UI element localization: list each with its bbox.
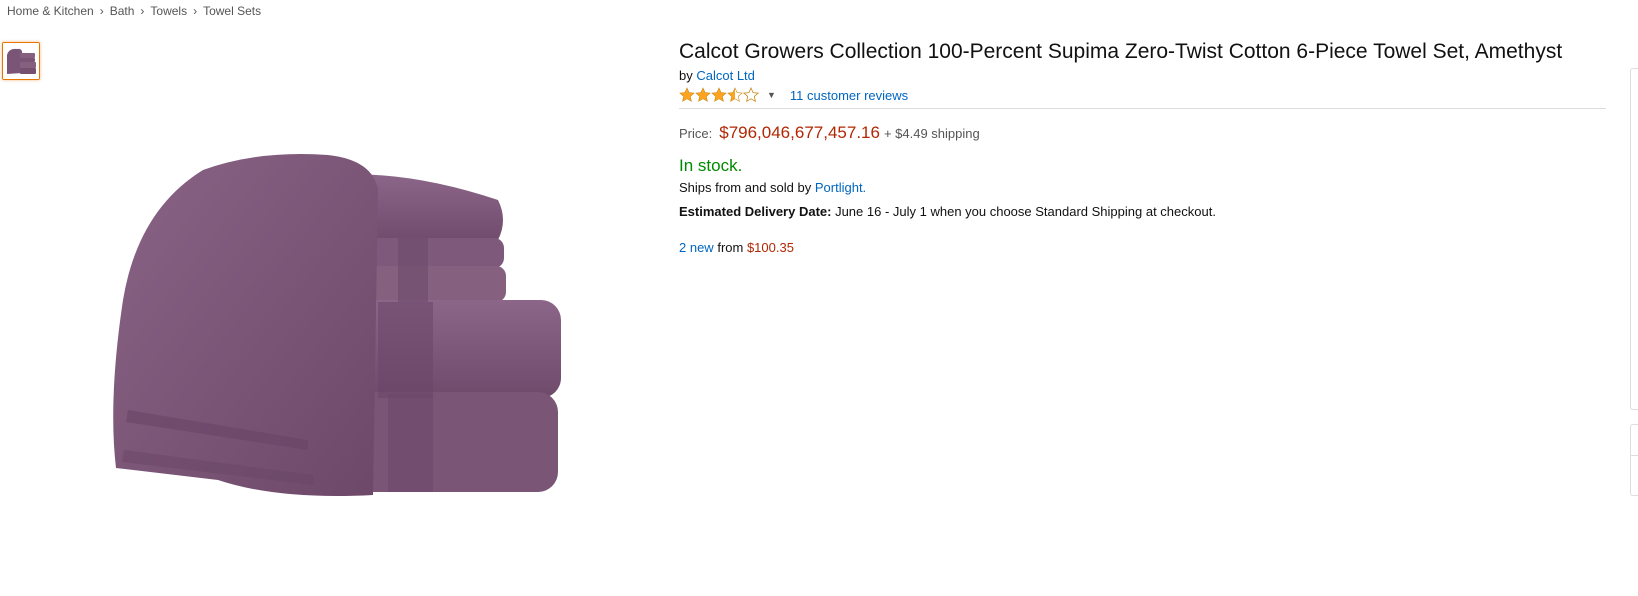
caret-down-icon[interactable]: ▼ xyxy=(767,90,776,100)
breadcrumb-bath[interactable]: Bath xyxy=(110,4,135,18)
star-full-icon xyxy=(679,87,695,102)
towel-set-image xyxy=(113,154,561,496)
breadcrumb: Home & Kitchen › Bath › Towels › Towel Sets xyxy=(7,4,261,18)
offers-from-label: from xyxy=(717,240,744,255)
rating-row: ▼ 11 customer reviews xyxy=(679,85,1609,105)
breadcrumb-home-kitchen[interactable]: Home & Kitchen xyxy=(7,4,94,18)
new-offers-link[interactable]: 2 new xyxy=(679,240,714,255)
star-half-icon xyxy=(727,87,743,102)
product-info: Calcot Growers Collection 100-Percent Su… xyxy=(679,38,1609,257)
byline: by Calcot Ltd xyxy=(679,67,1609,85)
divider xyxy=(679,108,1606,109)
side-panel-divider xyxy=(1630,455,1638,456)
delivery-label: Estimated Delivery Date: xyxy=(679,204,832,219)
delivery-text: June 16 - July 1 when you choose Standar… xyxy=(835,204,1216,219)
by-label: by xyxy=(679,68,693,83)
star-full-icon xyxy=(695,87,711,102)
other-offers: 2 new from $100.35 xyxy=(679,239,1609,257)
brand-link[interactable]: Calcot Ltd xyxy=(696,68,755,83)
customer-reviews-link[interactable]: 11 customer reviews xyxy=(790,88,908,103)
breadcrumb-towels[interactable]: Towels xyxy=(150,4,187,18)
product-thumbnail[interactable] xyxy=(2,42,40,80)
side-panel-edge xyxy=(1630,68,1638,410)
star-full-icon xyxy=(711,87,727,102)
shipping-cost: + $4.49 shipping xyxy=(883,126,980,141)
breadcrumb-separator: › xyxy=(99,4,104,18)
seller-link[interactable]: Portlight. xyxy=(815,180,866,195)
breadcrumb-separator: › xyxy=(140,4,145,18)
star-rating[interactable] xyxy=(679,87,759,103)
estimated-delivery: Estimated Delivery Date: June 16 - July … xyxy=(679,203,1609,221)
breadcrumb-towel-sets[interactable]: Towel Sets xyxy=(203,4,261,18)
towel-thumbnail-image xyxy=(3,43,39,79)
product-image[interactable] xyxy=(108,150,568,510)
side-panel-edge xyxy=(1630,424,1638,496)
breadcrumb-separator: › xyxy=(193,4,198,18)
ships-from-label: Ships from and sold by xyxy=(679,180,812,195)
ships-from: Ships from and sold by Portlight. xyxy=(679,179,1609,197)
star-empty-icon xyxy=(743,87,759,103)
price-label: Price: xyxy=(679,126,713,141)
price-value: $796,046,677,457.16 xyxy=(719,123,880,142)
price-row: Price: $796,046,677,457.16 + $4.49 shipp… xyxy=(679,123,1609,143)
offers-price: $100.35 xyxy=(746,240,794,255)
product-title: Calcot Growers Collection 100-Percent Su… xyxy=(679,40,1563,63)
availability-status: In stock. xyxy=(679,156,743,175)
